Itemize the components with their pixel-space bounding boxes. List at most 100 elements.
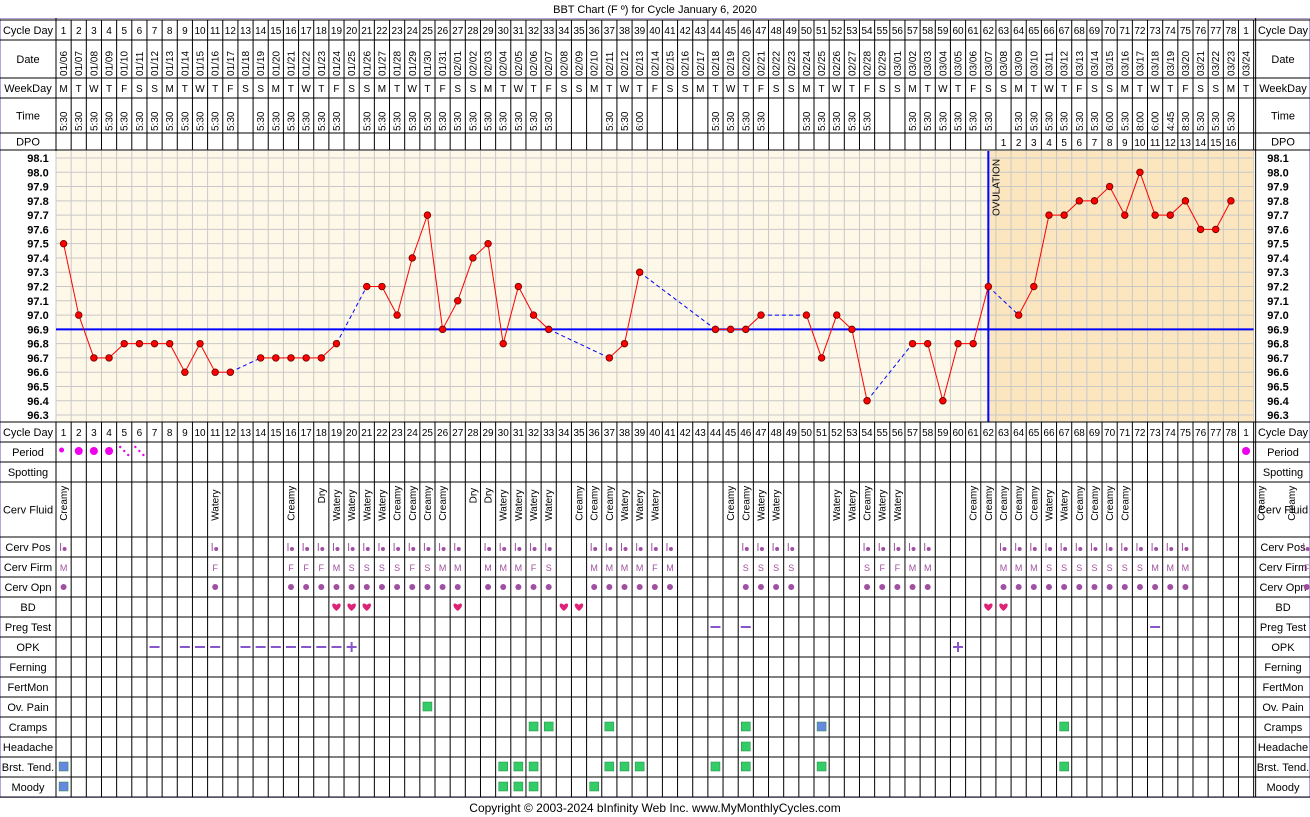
cerv-pos-dot [335, 547, 340, 551]
weekday-label: F [1076, 84, 1082, 95]
date-label: 02/20 [741, 51, 752, 76]
cerv-fluid-label: Dry [468, 488, 479, 504]
date-label: 01/20 [271, 51, 282, 76]
cerv-firm-label: M [924, 563, 932, 573]
moody-mark [589, 781, 599, 792]
weekday-label: F [652, 84, 658, 95]
cerv-pos-dot [623, 547, 628, 551]
date-label: 03/01 [893, 51, 904, 76]
cycle-day-number: 66 [1043, 428, 1055, 439]
weekday-label: F [227, 84, 233, 95]
cycle-day-number: 19 [331, 428, 343, 439]
cycle-day-number: 64 [1013, 428, 1025, 439]
weekday-label: T [500, 84, 506, 95]
cerv-pos-dot [866, 547, 871, 551]
cycle-day-number: 58 [922, 428, 934, 439]
cycle-day-number: 17 [301, 428, 313, 439]
cycle-day-number: 34 [558, 26, 570, 37]
date-label: 02/02 [468, 51, 479, 76]
cycle-day-number: 16 [285, 428, 297, 439]
cerv-pos-dot [456, 547, 461, 551]
cerv-opn-dot [788, 584, 795, 590]
weekday-label: F [546, 84, 552, 95]
date-label: 01/19 [256, 51, 267, 76]
cycle-day-number: 23 [392, 428, 404, 439]
cycle-day-number: 4 [106, 428, 112, 439]
cerv-firm-label: S [864, 563, 870, 573]
cerv-fluid-label: Dry [484, 488, 495, 504]
cycle-day-number: 67 [1059, 26, 1071, 37]
cycle-day-number: 40 [649, 26, 661, 37]
cerv-pos-dot [1078, 547, 1083, 551]
weekday-label: W [726, 84, 736, 95]
cycle-day-number: 37 [604, 26, 616, 37]
weekday-label: S [151, 84, 158, 95]
cycle-day-number: 73 [1150, 26, 1162, 37]
dpo-number: 1 [1001, 138, 1007, 149]
temp-point [802, 311, 811, 319]
weekday-label: S [1000, 84, 1007, 95]
cycle-day-number: 37 [604, 428, 616, 439]
brst-tend-mark [619, 761, 630, 772]
time-label: 5:30 [453, 111, 464, 131]
cycle-day-number: 12 [225, 428, 237, 439]
cerv-firm-label: S [1091, 563, 1097, 573]
date-label: 01/06 [59, 51, 70, 76]
y-tick-left: 98.1 [27, 153, 48, 165]
time-label: 5:30 [332, 111, 343, 131]
weekday-label: S [348, 84, 355, 95]
weekday-label: T [819, 84, 825, 95]
cycle-day-number: 40 [649, 428, 661, 439]
cerv-pos-dot [1138, 547, 1143, 551]
date-label: 02/04 [499, 51, 510, 76]
date-label: 03/09 [1014, 51, 1025, 76]
weekday-label: F [864, 84, 870, 95]
cycle-day-number: 71 [1119, 428, 1131, 439]
cycle-day-number: 44 [710, 428, 722, 439]
cycle-day-number: 14 [255, 26, 267, 37]
opk-row-label-right: OPK [1271, 642, 1295, 654]
cerv-pos-dot [502, 547, 507, 551]
temp-point [529, 311, 538, 319]
cycle-day-number: 69 [1089, 428, 1101, 439]
temp-point [939, 397, 947, 405]
cerv-firm-row-label-right: Cerv Firm [1259, 562, 1307, 574]
cycle-day-row-label-right: Cycle Day [1258, 25, 1309, 37]
brst-tend-mark [58, 761, 69, 772]
dpo-number: 7 [1092, 138, 1098, 149]
date-label: 01/30 [423, 51, 434, 76]
cycle-day-number: 16 [285, 26, 297, 37]
cerv-pos-dot [1017, 547, 1022, 551]
period-spot-dot [134, 445, 137, 449]
y-tick-left: 97.2 [27, 282, 48, 294]
time-label: 5:30 [1090, 111, 1101, 131]
cerv-firm-label: F [879, 563, 885, 573]
cerv-opn-dot [1167, 584, 1174, 590]
cerv-firm-label: S [773, 563, 779, 573]
time-label: 5:30 [514, 111, 525, 131]
cerv-firm-row-label-left: Cerv Firm [4, 562, 52, 574]
weekday-label: T [1167, 84, 1173, 95]
dpo-number: 11 [1150, 138, 1161, 149]
y-tick-right: 96.5 [1267, 381, 1288, 393]
cerv-firm-label: M [333, 563, 341, 573]
cerv-opn-dot [894, 584, 901, 590]
date-label: 03/11 [1044, 51, 1055, 76]
cycle-day-number: 35 [573, 26, 585, 37]
cycle-day-number: 73 [1150, 428, 1162, 439]
period-heavy-dot [105, 447, 114, 455]
cerv-fluid-label: Watery [832, 489, 843, 520]
date-label: 03/06 [969, 51, 980, 76]
weekday-label: W [195, 84, 205, 95]
date-label: 03/14 [1090, 51, 1101, 76]
cerv-pos-dot [668, 547, 673, 551]
y-tick-left: 97.7 [27, 210, 48, 222]
cerv-fluid-label: Watery [377, 489, 388, 520]
y-tick-left: 96.6 [27, 367, 48, 379]
cycle-day-number: 13 [240, 26, 252, 37]
cycle-day-number: 62 [983, 428, 995, 439]
time-label: 5:30 [438, 111, 449, 131]
cycle-day-number: 63 [998, 26, 1010, 37]
cerv-fluid-label: Watery [347, 489, 358, 520]
cycle-day-number: 65 [1028, 26, 1040, 37]
